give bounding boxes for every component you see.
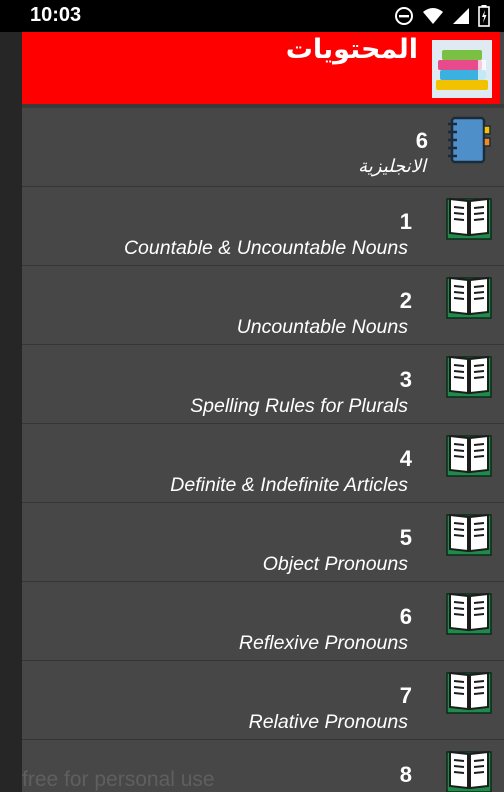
lesson-number: 5	[399, 525, 412, 550]
list-item[interactable]: 7 Relative Pronouns	[22, 661, 504, 740]
lesson-number: 4	[399, 446, 412, 471]
background-strip	[0, 32, 22, 792]
do-not-disturb-icon	[395, 7, 413, 25]
contents-list: 6 الانجليزية 1 Countable & Uncountable N…	[22, 108, 504, 792]
open-book-icon	[446, 750, 492, 792]
category-label: الانجليزية	[358, 156, 426, 177]
lesson-number: 1	[399, 209, 412, 234]
lesson-number: 2	[399, 288, 412, 313]
lesson-title: Object Pronouns	[262, 553, 408, 575]
lesson-number: 7	[399, 683, 412, 708]
open-book-icon	[446, 197, 492, 240]
lesson-number: 6	[399, 604, 412, 629]
lesson-title: Countable & Uncountable Nouns	[123, 237, 408, 259]
open-book-icon	[446, 276, 492, 319]
lesson-title: Definite & Indefinite Articles	[170, 474, 408, 496]
contents-panel: المحتويات 6 الانجليزية 1 Countable & Unc…	[22, 32, 504, 792]
lesson-title: Reflexive Pronouns	[238, 632, 408, 654]
notebook-icon	[448, 116, 491, 164]
list-item[interactable]: 3 Spelling Rules for Plurals	[22, 345, 504, 424]
open-book-icon	[446, 434, 492, 477]
status-time: 10:03	[30, 4, 82, 26]
open-book-icon	[446, 513, 492, 556]
list-item[interactable]: 5 Object Pronouns	[22, 503, 504, 582]
wifi-icon	[423, 8, 443, 24]
battery-icon	[478, 5, 490, 27]
lesson-title: Uncountable Nouns	[236, 316, 408, 338]
lesson-title: Relative Pronouns	[248, 711, 408, 733]
list-item-category[interactable]: 6 الانجليزية	[22, 108, 504, 187]
watermark-text: free for personal use	[22, 768, 215, 791]
lesson-number: 3	[399, 367, 412, 392]
header-bar: المحتويات	[22, 32, 500, 104]
lesson-title: Spelling Rules for Plurals	[190, 395, 408, 417]
category-count: 6	[415, 128, 428, 153]
list-item[interactable]: 6 Reflexive Pronouns	[22, 582, 504, 661]
open-book-icon	[446, 671, 492, 714]
open-book-icon	[446, 592, 492, 635]
status-icons	[394, 5, 490, 27]
signal-icon	[453, 8, 469, 24]
open-book-icon	[446, 355, 492, 398]
list-item[interactable]: 1 Countable & Uncountable Nouns	[22, 187, 504, 266]
lesson-number: 8	[399, 762, 412, 787]
list-item[interactable]: 2 Uncountable Nouns	[22, 266, 504, 345]
books-app-icon	[432, 40, 492, 98]
page-title: المحتويات	[285, 34, 418, 65]
status-bar: 10:03	[0, 0, 504, 32]
list-item[interactable]: 4 Definite & Indefinite Articles	[22, 424, 504, 503]
